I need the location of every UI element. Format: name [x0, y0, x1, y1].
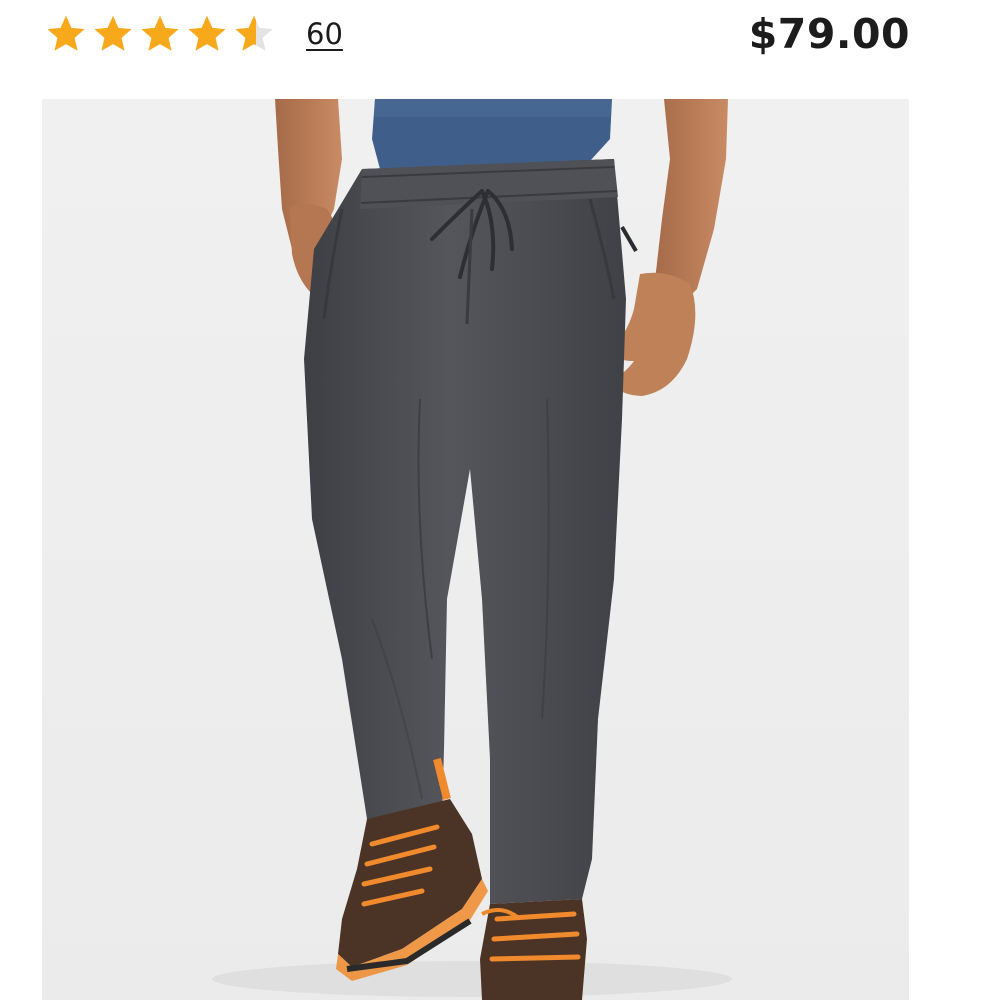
product-photo-pants-icon: [42, 99, 909, 1000]
star-half-icon: [235, 15, 273, 51]
star-rating: [44, 13, 276, 55]
product-rating[interactable]: 60: [44, 12, 343, 56]
star-icon: [47, 15, 85, 51]
product-image[interactable]: [42, 99, 909, 1000]
product-header: 60 $79.00: [0, 0, 1000, 70]
star-icon: [94, 15, 132, 51]
star-icon: [141, 15, 179, 51]
star-icon: [188, 15, 226, 51]
product-price: $79.00: [748, 10, 910, 58]
review-count-link[interactable]: 60: [306, 17, 343, 51]
